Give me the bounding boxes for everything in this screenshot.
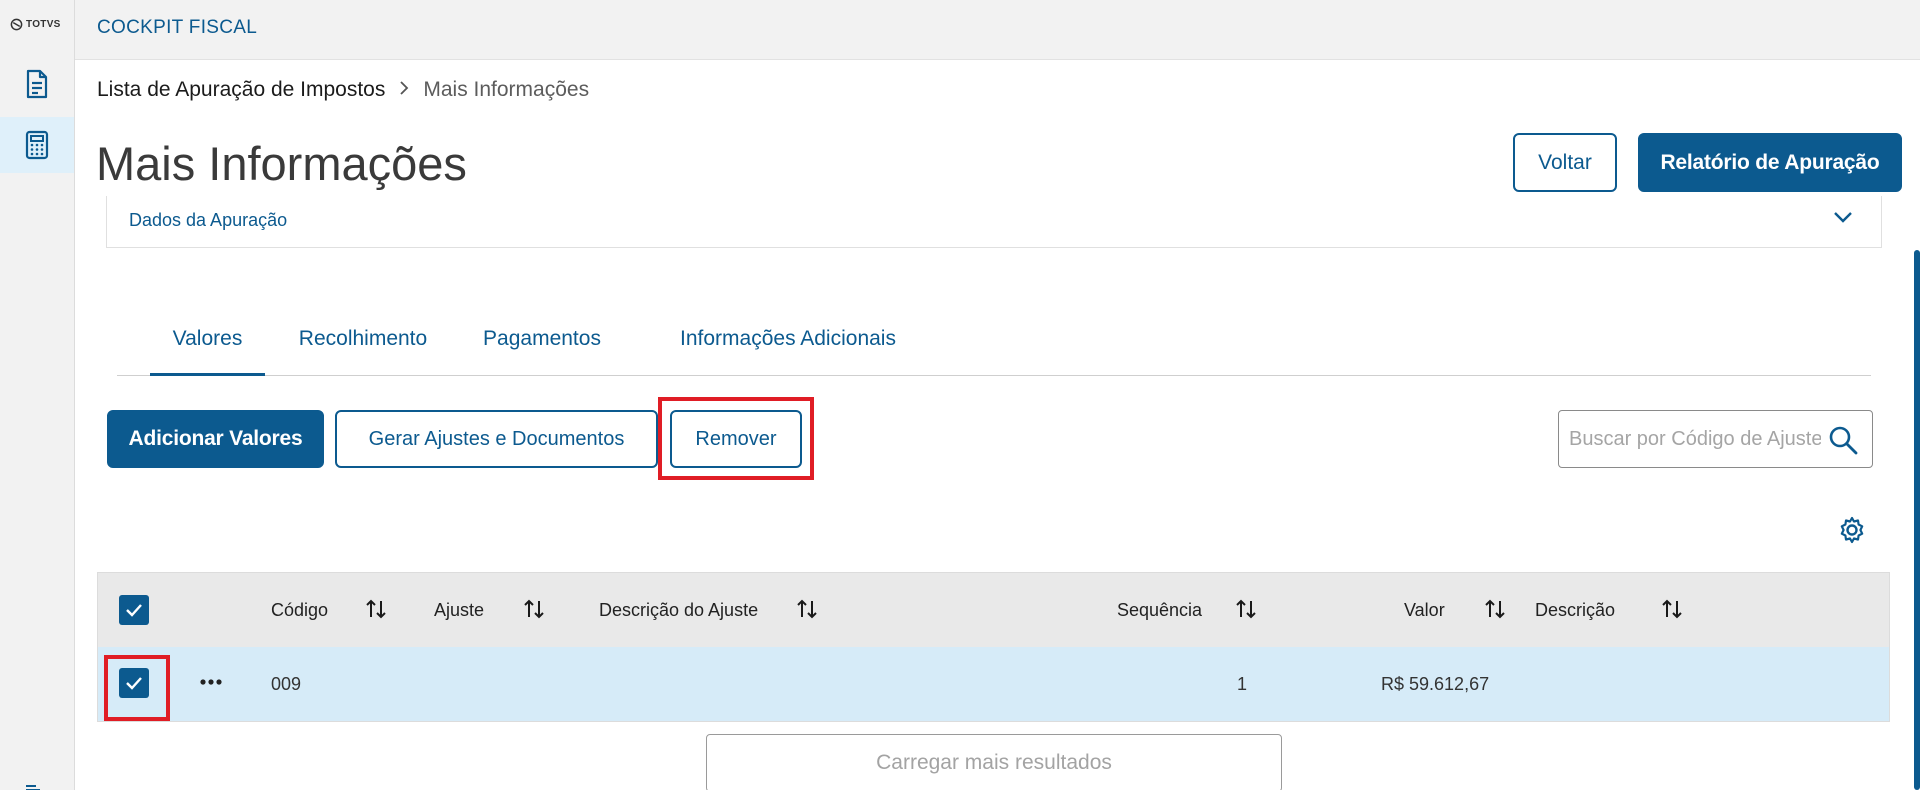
breadcrumb: Lista de Apuração de Impostos Mais Infor… xyxy=(97,78,589,102)
add-values-button[interactable]: Adicionar Valores xyxy=(107,410,324,468)
page-title: Mais Informações xyxy=(96,137,467,190)
column-header-descricao-ajuste[interactable]: Descrição do Ajuste xyxy=(599,600,758,621)
remove-button[interactable]: Remover xyxy=(670,410,802,468)
sort-icon[interactable] xyxy=(795,597,819,621)
cell-codigo: 009 xyxy=(271,674,302,694)
tab-valores[interactable]: Valores xyxy=(150,322,265,376)
app-title: COCKPIT FISCAL xyxy=(97,17,258,38)
section-title: Dados da Apuração xyxy=(129,210,288,230)
sidebar: TOTVS xyxy=(0,0,75,790)
values-table: Código Ajuste Descrição do Ajuste Sequên… xyxy=(97,572,1890,722)
breadcrumb-item-current: Mais Informações xyxy=(423,78,590,101)
column-header-sequencia[interactable]: Sequência xyxy=(1117,600,1202,621)
sort-icon[interactable] xyxy=(522,597,546,621)
totvs-logo: TOTVS xyxy=(10,18,61,31)
sort-icon[interactable] xyxy=(364,597,388,621)
tab-pagamentos[interactable]: Pagamentos xyxy=(480,322,604,376)
check-icon xyxy=(126,677,142,690)
sidebar-item-calculator[interactable] xyxy=(0,117,74,173)
column-header-ajuste[interactable]: Ajuste xyxy=(434,600,484,621)
sidebar-item-documents[interactable] xyxy=(0,56,74,112)
gear-icon[interactable] xyxy=(1838,516,1866,544)
tab-bar: Valores Recolhimento Pagamentos Informaç… xyxy=(117,322,1871,376)
check-icon xyxy=(126,604,142,617)
report-button[interactable]: Relatório de Apuração xyxy=(1638,133,1902,192)
top-bar: COCKPIT FISCAL xyxy=(75,0,1920,60)
sort-icon[interactable] xyxy=(1660,597,1684,621)
chevron-down-icon[interactable] xyxy=(1833,210,1853,224)
chevron-right-icon xyxy=(399,79,409,102)
scrollbar[interactable] xyxy=(1914,250,1920,790)
collapsible-section-dados-apuracao[interactable]: Dados da Apuração xyxy=(106,196,1882,248)
cell-sequencia: 1 xyxy=(1237,674,1248,694)
column-header-descricao[interactable]: Descrição xyxy=(1535,600,1615,621)
totvs-logo-icon xyxy=(10,18,23,31)
search-input[interactable] xyxy=(1569,421,1821,457)
back-button[interactable]: Voltar xyxy=(1513,133,1617,192)
breadcrumb-item-tax-list[interactable]: Lista de Apuração de Impostos xyxy=(97,78,385,102)
sort-icon[interactable] xyxy=(1483,597,1507,621)
search-icon[interactable] xyxy=(1828,425,1858,455)
calculator-icon xyxy=(25,130,49,160)
select-all-checkbox[interactable] xyxy=(119,595,149,625)
row-checkbox[interactable] xyxy=(119,668,149,698)
cell-valor: R$ 59.612,67 xyxy=(1381,674,1490,694)
column-header-valor[interactable]: Valor xyxy=(1404,600,1445,621)
search-box xyxy=(1558,410,1873,468)
load-more-button[interactable]: Carregar mais resultados xyxy=(706,734,1282,790)
more-options-icon[interactable] xyxy=(199,678,223,686)
column-header-codigo[interactable]: Código xyxy=(271,600,328,621)
menu-collapse-icon[interactable] xyxy=(26,784,44,790)
sort-icon[interactable] xyxy=(1234,597,1258,621)
document-icon xyxy=(26,69,48,99)
tab-informacoes-adicionais[interactable]: Informações Adicionais xyxy=(657,322,919,376)
logo-text: TOTVS xyxy=(26,19,61,30)
tab-recolhimento[interactable]: Recolhimento xyxy=(293,322,433,376)
generate-adjustments-button[interactable]: Gerar Ajustes e Documentos xyxy=(335,410,658,468)
table-header: Código Ajuste Descrição do Ajuste Sequên… xyxy=(98,573,1889,647)
table-row[interactable]: 009 1 R$ 59.612,67 xyxy=(98,647,1889,721)
